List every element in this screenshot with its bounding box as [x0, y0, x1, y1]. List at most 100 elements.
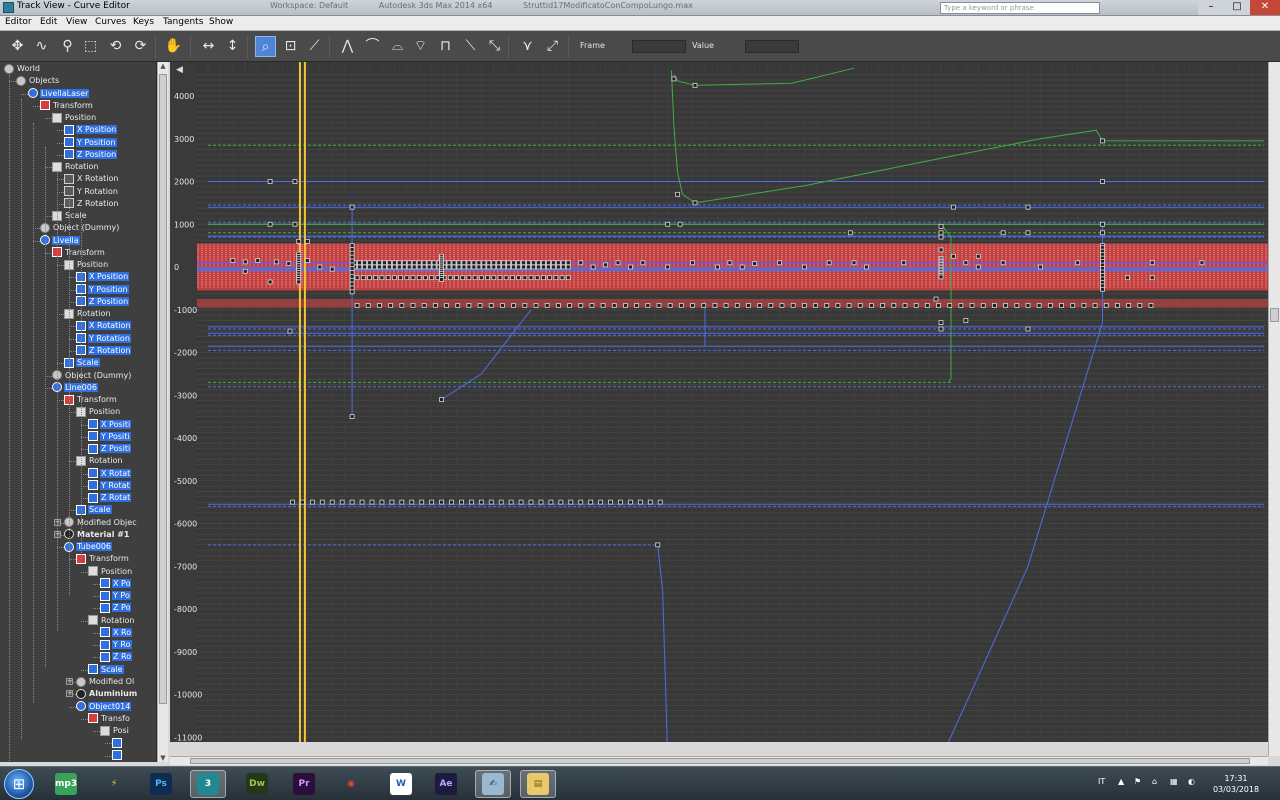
word-app[interactable]: W — [383, 770, 419, 798]
keyframe[interactable] — [461, 260, 467, 266]
tree-node[interactable]: Y Position — [64, 137, 117, 148]
keyframe[interactable] — [1149, 260, 1155, 266]
lock-tangents-icon[interactable]: ⤢ — [542, 36, 563, 57]
tree-node[interactable]: Y Rotation — [64, 186, 119, 197]
keyframe[interactable] — [958, 303, 964, 308]
keyframe[interactable] — [1059, 303, 1064, 308]
keyframe[interactable] — [603, 262, 608, 268]
keyframe[interactable] — [496, 260, 502, 266]
keyframe[interactable] — [555, 264, 561, 270]
keyframe[interactable] — [446, 264, 452, 270]
keyframe[interactable] — [757, 303, 763, 308]
network-icon[interactable]: ⌂ — [1152, 777, 1157, 786]
keyframe[interactable] — [801, 303, 807, 308]
tree-node[interactable]: Modified Objec — [64, 517, 138, 528]
keyframe[interactable] — [578, 260, 584, 266]
keyframe[interactable] — [938, 247, 944, 253]
keyframe[interactable] — [1100, 286, 1105, 292]
keyframe[interactable] — [665, 221, 671, 227]
3dsmax-app[interactable]: 3 — [190, 770, 226, 798]
keyframe[interactable] — [1100, 221, 1105, 227]
keyframe[interactable] — [377, 264, 382, 270]
keyframe[interactable] — [506, 260, 512, 266]
back-arrow-icon[interactable]: ◀ — [176, 65, 183, 75]
dreamweaver-app[interactable]: Dw — [239, 770, 275, 798]
keyframe[interactable] — [645, 303, 651, 308]
keyframe[interactable] — [329, 266, 335, 272]
keyframe[interactable] — [891, 303, 897, 308]
tree-node[interactable]: X Rotation — [64, 173, 119, 184]
keyframe[interactable] — [349, 258, 355, 264]
tree-node[interactable]: Line006 — [52, 382, 98, 393]
keyframe[interactable] — [531, 260, 536, 266]
keyframe[interactable] — [541, 260, 546, 266]
tree-node[interactable]: Z Position — [64, 149, 118, 160]
keyframe[interactable] — [349, 266, 355, 272]
keyframe[interactable] — [296, 238, 302, 244]
keyframe[interactable] — [555, 303, 561, 308]
tree-node[interactable]: Y Ro — [100, 639, 132, 650]
keyframe[interactable] — [526, 260, 531, 266]
close-button[interactable]: ✕ — [1250, 0, 1280, 15]
frame-horizontal-icon[interactable]: ↔ — [198, 36, 219, 57]
keyframe[interactable] — [496, 264, 502, 270]
keyframe[interactable] — [746, 303, 751, 308]
keyframe[interactable] — [455, 303, 461, 308]
keyframe[interactable] — [386, 260, 392, 266]
keyframe[interactable] — [389, 499, 395, 505]
keyframe[interactable] — [568, 499, 574, 505]
tree-node[interactable]: Tube006 — [64, 541, 113, 552]
keyframe[interactable] — [516, 275, 522, 281]
move-keys-icon[interactable]: ✥ — [7, 36, 28, 57]
keyframe[interactable] — [491, 260, 497, 266]
keyframe[interactable] — [521, 264, 526, 270]
tree-node[interactable]: Rotation — [52, 161, 99, 172]
keyframe[interactable] — [1025, 204, 1031, 210]
keyframe[interactable] — [901, 260, 907, 266]
keyframe[interactable] — [1081, 303, 1087, 308]
scroll-down-icon[interactable]: ▼ — [159, 754, 167, 762]
keyframe[interactable] — [526, 264, 531, 270]
keyframe[interactable] — [466, 260, 472, 266]
keyframe[interactable] — [847, 230, 853, 236]
keyframe[interactable] — [439, 276, 444, 282]
keyframe[interactable] — [1025, 303, 1031, 308]
keyframe[interactable] — [516, 264, 522, 270]
keyframe[interactable] — [426, 260, 432, 266]
tangent-spline-icon[interactable]: ⌒ — [362, 36, 383, 57]
keyframe[interactable] — [678, 303, 684, 308]
keyframe[interactable] — [406, 260, 412, 266]
keyframe[interactable] — [401, 260, 407, 266]
keyframe[interactable] — [714, 264, 720, 270]
keyframe[interactable] — [416, 260, 422, 266]
scroll-up-icon[interactable]: ▲ — [159, 62, 167, 70]
graph-vscroll-thumb[interactable] — [1270, 308, 1279, 322]
keyframe[interactable] — [790, 303, 796, 308]
keyframe[interactable] — [391, 275, 397, 281]
keyframe[interactable] — [963, 260, 969, 266]
keyframe[interactable] — [555, 260, 561, 266]
keyframe[interactable] — [511, 264, 517, 270]
keyframe[interactable] — [531, 264, 536, 270]
keyframe[interactable] — [486, 264, 492, 270]
keyframe[interactable] — [528, 275, 534, 281]
keyframe[interactable] — [951, 253, 956, 259]
tree-node[interactable]: X Position — [64, 124, 118, 135]
keyframe[interactable] — [734, 303, 740, 308]
keyframe[interactable] — [647, 499, 653, 505]
keyframe[interactable] — [692, 82, 698, 88]
tree-node[interactable]: Objects — [16, 75, 60, 86]
tree-node[interactable]: Z Position — [76, 296, 130, 307]
chrome-app[interactable]: ◉ — [333, 770, 369, 798]
keyframe[interactable] — [1100, 138, 1105, 144]
keyframe[interactable] — [667, 303, 673, 308]
keyframe[interactable] — [880, 303, 886, 308]
tree-node[interactable]: Rotation — [64, 308, 111, 319]
volume-icon[interactable]: ◐ — [1188, 777, 1195, 786]
curve-graph[interactable]: ◀ 4000 3000 2000 1000 0 -1000 -2000 -3000 -4000 -5… — [170, 62, 1268, 742]
keyframe[interactable] — [578, 303, 584, 308]
keyframe[interactable] — [456, 264, 462, 270]
keyframe[interactable] — [471, 264, 477, 270]
keyframe[interactable] — [423, 275, 428, 281]
keyframe[interactable] — [354, 303, 360, 308]
